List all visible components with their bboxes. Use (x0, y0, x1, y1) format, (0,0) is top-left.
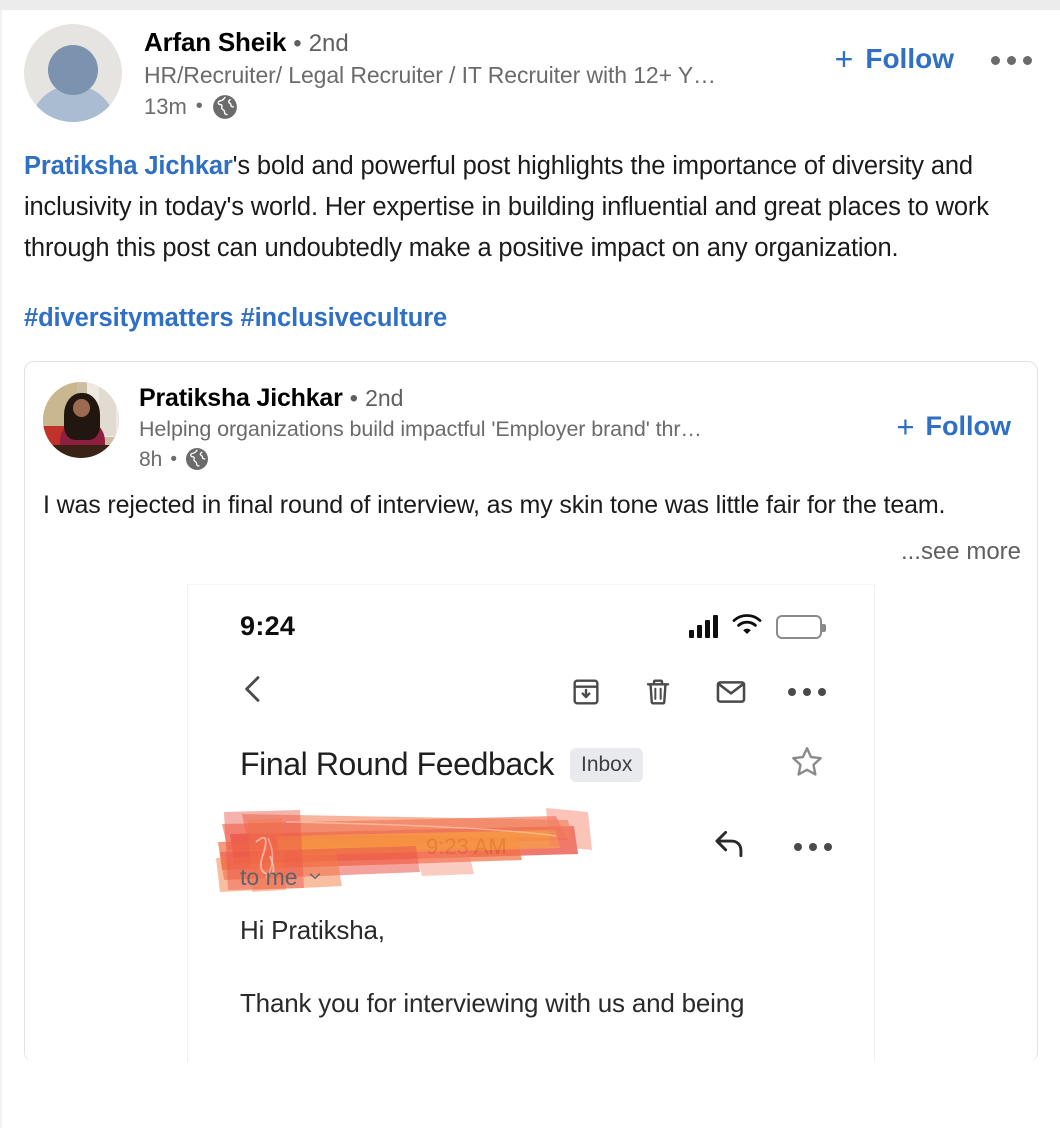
battery-icon (776, 614, 826, 639)
reshared-post-card: Pratiksha Jichkar • 2nd Helping organiza… (24, 361, 1038, 1062)
see-more-button[interactable]: ...see more (25, 524, 1037, 566)
dot (788, 687, 796, 696)
name-separator: • (349, 385, 359, 413)
dot (794, 842, 802, 851)
dot (818, 687, 826, 696)
dot (1007, 56, 1016, 65)
reshared-author-meta: Pratiksha Jichkar • 2nd Helping organiza… (139, 382, 702, 473)
plus-icon: + (834, 41, 854, 77)
avatar-curtain (99, 382, 116, 436)
globe-icon (185, 447, 211, 473)
timestamp-separator: • (195, 95, 203, 118)
author-name-row: Arfan Sheik • 2nd (144, 27, 716, 58)
cellular-signal-icon (689, 614, 718, 638)
dot (809, 842, 817, 851)
inbox-label-chip: Inbox (569, 747, 644, 782)
reshared-post-body: I was rejected in final round of intervi… (43, 491, 946, 520)
bar (713, 614, 718, 638)
author-headline: HR/Recruiter/ Legal Recruiter / IT Recru… (144, 61, 716, 88)
plus-icon: + (896, 409, 915, 445)
dot (824, 842, 832, 851)
reshared-author-name-row: Pratiksha Jichkar • 2nd (139, 384, 702, 413)
more-options-icon[interactable] (991, 56, 1032, 65)
avatar[interactable] (43, 382, 119, 459)
embedded-phone-screenshot[interactable]: 9:24 Final Round Feedback Inbox 9:23 AM … (187, 584, 875, 1062)
email-recipient[interactable]: to me (240, 864, 324, 891)
author-name[interactable]: Arfan Sheik (144, 27, 286, 58)
mention-link[interactable]: Pratiksha Jichkar (24, 152, 233, 180)
more-options-icon[interactable] (794, 842, 832, 851)
connection-degree: 2nd (308, 30, 349, 57)
reshared-timestamp-row: 8h • (139, 447, 702, 473)
email-body-line-1: Hi Pratiksha, (240, 915, 385, 946)
dot (991, 56, 1000, 65)
name-separator: • (293, 30, 302, 57)
reshared-author-name[interactable]: Pratiksha Jichkar (139, 384, 343, 413)
follow-button-label: Follow (865, 43, 954, 74)
connection-degree: 2nd (365, 385, 404, 412)
reshared-post-header: Pratiksha Jichkar • 2nd Helping organiza… (25, 362, 1037, 473)
bar (697, 624, 702, 638)
post-timestamp-row: 13m • (144, 94, 716, 120)
post-hashtags[interactable]: #diversitymatters #inclusiveculture (24, 304, 1038, 333)
timestamp-separator: • (170, 449, 178, 471)
email-subject: Final Round Feedback (240, 746, 554, 783)
email-body: Hi Pratiksha, Thank you for interviewing… (216, 890, 846, 1017)
star-outline-icon[interactable] (788, 743, 826, 786)
follow-button[interactable]: + Follow (829, 42, 960, 76)
dot (1023, 56, 1032, 65)
post-body-text: Pratiksha Jichkar's bold and powerful po… (24, 146, 1038, 268)
email-body-line-2: Thank you for interviewing with us and b… (240, 987, 745, 1018)
back-chevron-icon[interactable] (236, 672, 270, 711)
avatar-head-shape (48, 44, 98, 95)
trash-icon[interactable] (642, 676, 674, 708)
bar (689, 629, 694, 638)
post-author-meta: Arfan Sheik • 2nd HR/Recruiter/ Legal Re… (144, 22, 716, 120)
phone-status-bar: 9:24 (216, 585, 846, 654)
email-sender-row: 9:23 AM to me (216, 786, 846, 893)
embedded-image-wrapper: 9:24 Final Round Feedback Inbox 9:23 AM … (25, 584, 1037, 1062)
email-subject-row: Final Round Feedback Inbox (216, 721, 846, 786)
status-bar-time: 9:24 (240, 611, 296, 642)
mail-app-toolbar (216, 654, 846, 721)
email-action-icons (712, 828, 832, 865)
reshared-author-headline: Helping organizations build impactful 'E… (139, 417, 702, 442)
post-timestamp: 13m (144, 93, 187, 119)
avatar-table (43, 444, 119, 459)
chevron-down-icon (306, 864, 324, 891)
follow-button[interactable]: + Follow (890, 410, 1017, 443)
reshared-timestamp: 8h (139, 448, 163, 472)
post-header: Arfan Sheik • 2nd HR/Recruiter/ Legal Re… (24, 22, 1038, 132)
email-recipient-label: to me (240, 864, 298, 891)
bar (705, 619, 710, 638)
more-options-icon[interactable] (788, 687, 826, 696)
reply-arrow-icon[interactable] (712, 828, 748, 865)
redacted-sender-timestamp: 9:23 AM (426, 834, 507, 860)
archive-icon[interactable] (570, 676, 602, 708)
avatar[interactable] (24, 24, 122, 122)
status-bar-icons (689, 613, 826, 641)
globe-icon (212, 94, 238, 120)
wifi-icon (732, 613, 762, 641)
linkedin-feed-post: Arfan Sheik • 2nd HR/Recruiter/ Legal Re… (2, 10, 1060, 1062)
mail-icon[interactable] (714, 675, 748, 709)
follow-button-label: Follow (925, 411, 1011, 442)
window-top-strip (0, 0, 1060, 10)
dot (803, 687, 811, 696)
